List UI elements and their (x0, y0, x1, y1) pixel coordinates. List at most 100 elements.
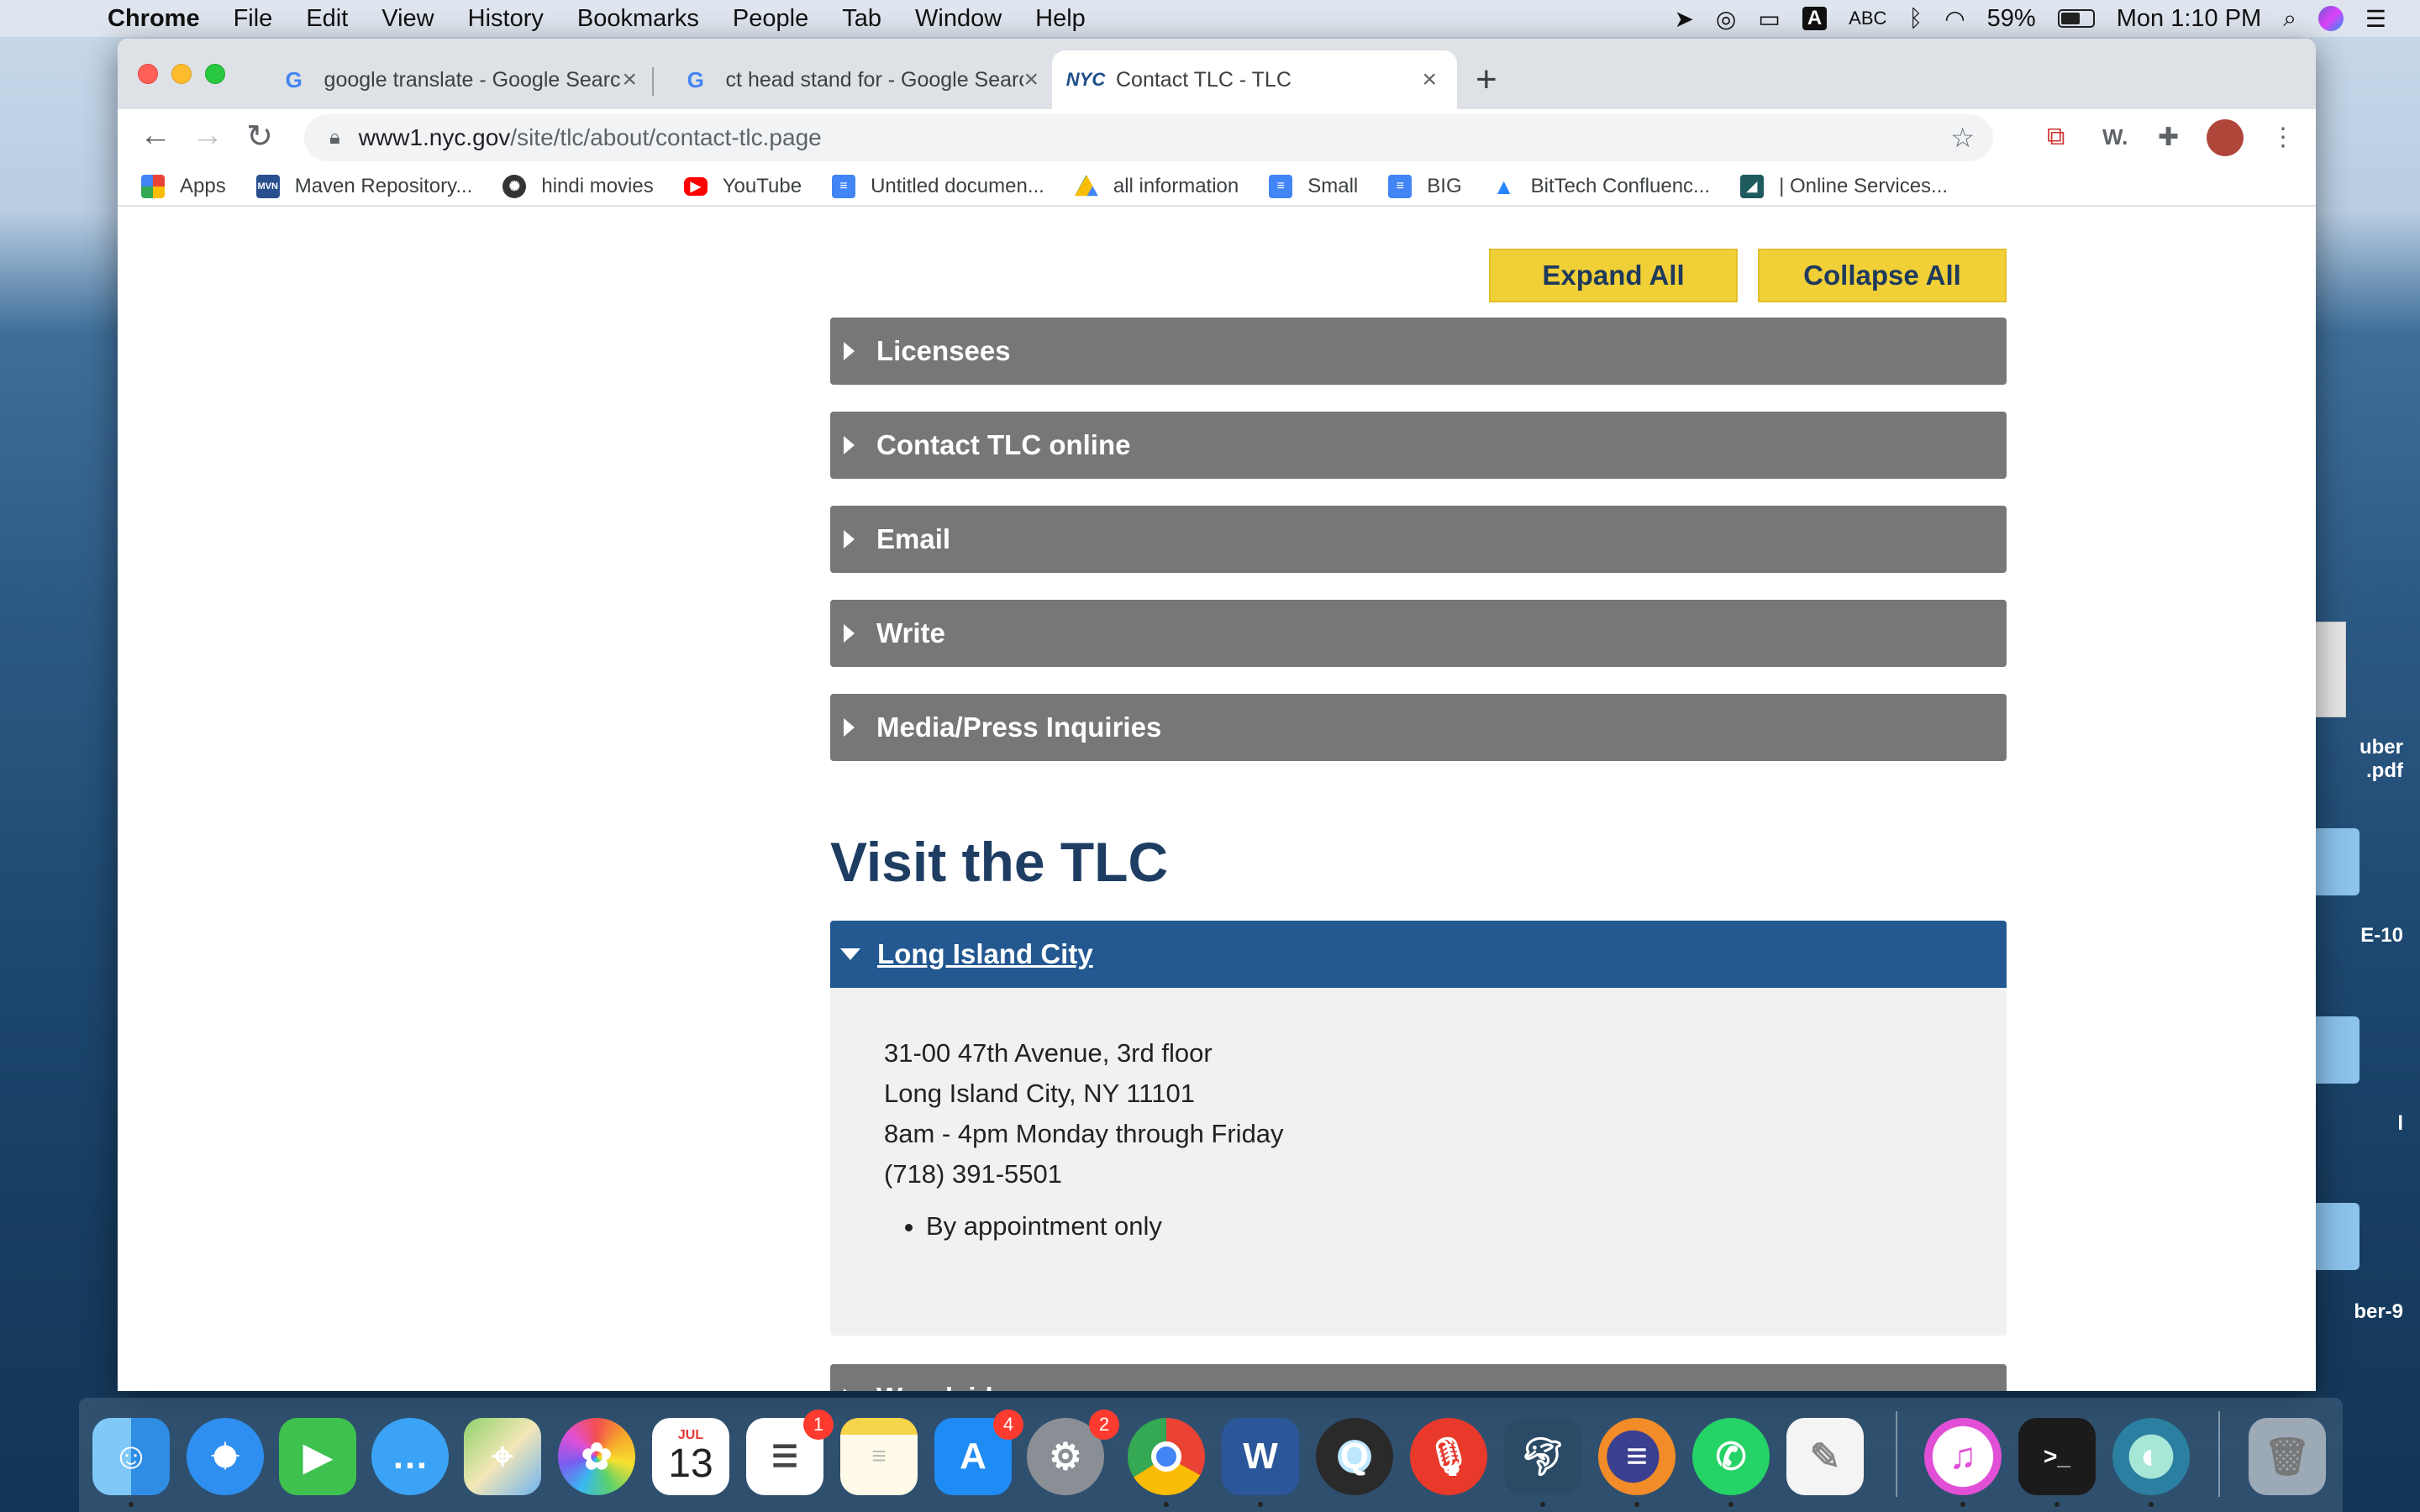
address-bar[interactable]: 🔒︎ www1.nyc.gov/site/tlc/about/contact-t… (304, 114, 1993, 161)
airplay-icon[interactable]: ▭ (1758, 5, 1780, 33)
menu-edit[interactable]: Edit (289, 5, 365, 33)
finder-icon[interactable]: ☺ (92, 1418, 170, 1495)
extension-w-icon[interactable]: W. (2102, 124, 2128, 150)
quicktime-icon[interactable]: Q (1316, 1418, 1393, 1495)
close-tab-icon[interactable]: × (622, 66, 637, 94)
bookmark-online-services[interactable]: ◢ | Online Services... (1740, 175, 1948, 198)
safari-icon[interactable]: ✦ (187, 1418, 264, 1495)
siri-icon[interactable] (2317, 6, 2344, 31)
desktop-file-label-4[interactable]: ber-9 (2344, 1300, 2403, 1324)
lock-icon[interactable]: 🔒︎ (329, 126, 340, 150)
dock-separator (2218, 1411, 2220, 1497)
expand-all-button[interactable]: Expand All (1489, 249, 1738, 302)
keyboard-a-icon[interactable]: A (1802, 7, 1828, 30)
url-text[interactable]: www1.nyc.gov/site/tlc/about/contact-tlc.… (359, 124, 822, 151)
maps-icon[interactable]: ⌖ (464, 1418, 541, 1495)
desktop-file-label-2[interactable]: E-10 (2344, 924, 2403, 948)
tab-contact-tlc[interactable]: NYC Contact TLC - TLC × (1052, 50, 1457, 109)
accordion-email[interactable]: Email (830, 506, 2007, 573)
bookmark-untitled-doc[interactable]: ≡ Untitled documen... (832, 175, 1044, 198)
menu-window[interactable]: Window (898, 5, 1018, 33)
tab-ct-head[interactable]: G ct head stand for - Google Search × (662, 50, 1059, 109)
bluetooth-icon[interactable]: ᛒ (1908, 5, 1923, 32)
bookmark-small[interactable]: ≡ Small (1269, 175, 1358, 198)
youtube-icon: ▶ (683, 177, 708, 196)
minimize-window-button[interactable] (171, 64, 192, 84)
profile-avatar[interactable] (2207, 119, 2244, 156)
chrome-icon[interactable] (1128, 1418, 1205, 1495)
accordion-long-island-city[interactable]: Long Island City (830, 921, 2007, 988)
bookmark-apps[interactable]: Apps (141, 175, 226, 198)
whatsapp-icon[interactable]: ✆ (1692, 1418, 1770, 1495)
menubar-clock[interactable]: Mon 1:10 PM (2117, 5, 2261, 33)
bookmark-hindi-movies[interactable]: ✺ hindi movies (502, 175, 654, 198)
menu-view[interactable]: View (365, 5, 450, 33)
accordion-woodside[interactable]: Woodside (830, 1364, 2007, 1391)
messages-icon[interactable]: … (371, 1418, 449, 1495)
address-line-1: 31-00 47th Avenue, 3rd floor (884, 1038, 1213, 1068)
notification-center-icon[interactable]: ☰ (2365, 5, 2386, 33)
battery-icon[interactable] (2057, 9, 2095, 28)
extensions-puzzle-icon[interactable]: ✚ (2158, 123, 2179, 152)
forward-arrow-icon[interactable]: → (187, 118, 229, 154)
notes-icon[interactable]: ≡ (840, 1418, 918, 1495)
desktop-file-label-3[interactable]: l (2344, 1112, 2403, 1136)
chrome-menu-icon[interactable]: ⋮ (2270, 123, 2296, 152)
accordion-write[interactable]: Write (830, 600, 2007, 667)
bookmark-bittech-confluence[interactable]: ▲ BitTech Confluenc... (1492, 174, 1710, 199)
menu-file[interactable]: File (217, 5, 290, 33)
close-window-button[interactable] (138, 64, 158, 84)
bookmark-big[interactable]: ≡ BIG (1388, 175, 1462, 198)
calendar-icon[interactable]: JUL 13 (652, 1418, 729, 1495)
reload-icon[interactable]: ↻ (239, 118, 281, 155)
bookmark-maven[interactable]: MVN Maven Repository... (255, 175, 472, 198)
close-tab-icon[interactable]: × (1023, 66, 1039, 94)
accordion-licensees[interactable]: Licensees (830, 318, 2007, 385)
running-indicator (1258, 1502, 1263, 1507)
zoom-window-button[interactable] (205, 64, 225, 84)
extension-red-icon[interactable]: ⧉ (2047, 123, 2065, 151)
trash-icon[interactable]: 🗑︎ (2249, 1418, 2326, 1495)
spotlight-search-icon[interactable]: ⌕ (2283, 5, 2296, 33)
menu-tab[interactable]: Tab (825, 5, 898, 33)
sync-circle-icon[interactable]: ◎ (1716, 5, 1736, 33)
collapse-all-button[interactable]: Collapse All (1758, 249, 2007, 302)
spotify-like-circle-icon[interactable]: ◐ (2112, 1418, 2190, 1495)
wifi-icon[interactable]: ◠ (1944, 5, 1965, 33)
desktop-folder-icon[interactable] (2312, 1203, 2360, 1270)
accordion-title: Woodside (876, 1382, 1008, 1391)
input-source-label[interactable]: ABC (1849, 8, 1886, 29)
menu-history[interactable]: History (451, 5, 560, 33)
word-icon[interactable]: W (1222, 1418, 1299, 1495)
caret-right-icon (844, 718, 855, 737)
eclipse-icon[interactable]: ≡ (1598, 1418, 1676, 1495)
desktop-folder-icon[interactable] (2312, 828, 2360, 895)
facetime-icon[interactable]: ▶ (279, 1418, 356, 1495)
desktop-folder-icon[interactable] (2312, 1016, 2360, 1084)
tab-google-translate[interactable]: G google translate - Google Search × (260, 50, 657, 109)
bookmark-star-icon[interactable]: ☆ (1950, 122, 1975, 154)
textedit-icon[interactable]: ✎ (1786, 1418, 1864, 1495)
terminal-icon[interactable]: >_ (2018, 1418, 2096, 1495)
accordion-contact-tlc-online[interactable]: Contact TLC online (830, 412, 2007, 479)
new-tab-plus-icon[interactable]: + (1476, 59, 1497, 101)
bookmark-youtube[interactable]: ▶ YouTube (683, 175, 802, 198)
mysql-workbench-icon[interactable]: 🐬︎ (1504, 1418, 1581, 1495)
menu-help[interactable]: Help (1018, 5, 1102, 33)
address-line-2: Long Island City, NY 11101 (884, 1079, 1195, 1108)
voice-recorder-icon[interactable]: 🎙︎ (1410, 1418, 1487, 1495)
accordion-title[interactable]: Long Island City (877, 938, 1093, 970)
close-tab-icon[interactable]: × (1422, 66, 1437, 94)
caret-right-icon (844, 436, 855, 454)
desktop-pdf-thumbnail[interactable] (2312, 622, 2346, 717)
itunes-icon[interactable]: ♫ (1924, 1418, 2002, 1495)
menu-chrome[interactable]: Chrome (91, 5, 217, 33)
menu-bookmarks[interactable]: Bookmarks (560, 5, 716, 33)
back-arrow-icon[interactable]: ← (134, 118, 176, 154)
accordion-media-press[interactable]: Media/Press Inquiries (830, 694, 2007, 761)
bookmark-all-information[interactable]: all information (1074, 175, 1239, 198)
photos-icon[interactable]: ✿ (558, 1418, 635, 1495)
desktop-file-label-1[interactable]: uber .pdf (2344, 736, 2403, 783)
location-arrow-icon[interactable]: ➤ (1674, 5, 1693, 33)
menu-people[interactable]: People (716, 5, 825, 33)
